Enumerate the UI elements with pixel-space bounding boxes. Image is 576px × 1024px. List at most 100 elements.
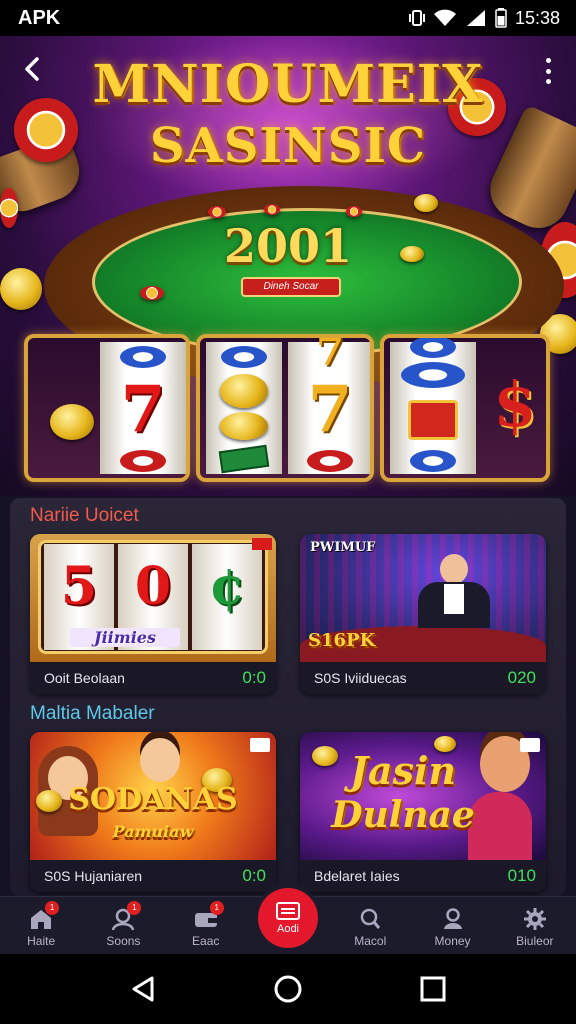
corner-badge — [250, 738, 270, 752]
dot-icon — [545, 79, 551, 84]
red-chip-symbol — [100, 450, 186, 472]
notification-badge: 1 — [45, 901, 60, 915]
status-icons: 15:38 — [408, 7, 560, 29]
chip-decoration — [140, 286, 164, 300]
game-card-art: 5 0 ¢ Jiimies — [30, 534, 276, 662]
game-card-art-subtitle: PWIMUF — [310, 540, 376, 555]
system-recents-button[interactable] — [413, 969, 453, 1009]
blue-chip-symbol — [390, 450, 476, 472]
slot-reels-right: $ — [380, 334, 550, 482]
gear-icon — [523, 908, 546, 930]
section-title: Maltia Mabaler — [30, 703, 155, 724]
game-card-art-text: Jiimies — [70, 628, 180, 647]
dot-icon — [545, 58, 551, 63]
five-symbol: 5 — [60, 556, 98, 617]
back-button[interactable] — [18, 54, 50, 86]
reel — [206, 342, 282, 474]
chevron-left-icon — [25, 57, 39, 81]
game-card-name: Ooit Beolaan — [44, 670, 125, 686]
game-card-art-text: S16PK — [308, 630, 376, 651]
nav-item-home[interactable]: 1 Haite — [5, 898, 77, 948]
game-card-art-text: SODANAS — [68, 782, 238, 817]
blue-chip-symbol — [390, 338, 476, 358]
person-icon — [443, 908, 462, 929]
notification-badge: 1 — [209, 901, 224, 915]
nav-item-macol[interactable]: Macol — [334, 898, 406, 948]
signal-icon — [466, 10, 485, 26]
chip-decoration — [208, 206, 226, 218]
square-recents-icon — [420, 976, 446, 1002]
game-card[interactable]: PWIMUF S16PK S0S Iviiduecas 020 — [300, 534, 546, 694]
search-icon — [361, 908, 381, 929]
slot-reels-center: 7 7 — [196, 334, 374, 482]
coin-decoration — [0, 268, 42, 310]
battery-icon — [495, 8, 507, 28]
blue-chip-symbol — [206, 346, 282, 368]
status-bar: APK 15:38 — [0, 0, 576, 36]
game-card-value: 020 — [507, 668, 536, 687]
game-card-art-text-2: Dulnae — [331, 794, 475, 836]
chip-decoration — [264, 204, 280, 215]
game-card-art: SODANAS Pamuiaw — [30, 732, 276, 860]
game-card[interactable]: SODANAS Pamuiaw S0S Hujaniaren 0:0 — [30, 732, 276, 892]
notification-badge: 1 — [127, 901, 142, 915]
game-card-caption: S0S Hujaniaren 0:0 — [30, 860, 276, 892]
game-card[interactable]: Jasin Dulnae Bdelaret Iaies 010 — [300, 732, 546, 892]
nav-center-label: Aodi — [276, 923, 300, 935]
slot-reels-left: 7 — [24, 334, 190, 482]
seven-symbol: 7 — [120, 372, 166, 447]
triangle-back-icon — [132, 976, 154, 1002]
coin-decoration — [414, 194, 438, 212]
nav-item-eaac[interactable]: 1 Eaac — [170, 898, 242, 948]
chip-decoration — [346, 206, 362, 217]
game-card[interactable]: 5 0 ¢ Jiimies Ooit Beolaan 0:0 — [30, 534, 276, 694]
nav-center-button[interactable]: Aodi — [258, 888, 318, 948]
game-card-name: Bdelaret Iaies — [314, 868, 400, 884]
game-card-name: S0S Iviiduecas — [314, 670, 407, 686]
blue-chip-symbol — [100, 346, 186, 368]
menu-icon — [276, 902, 300, 920]
dollar-symbol: $ — [493, 368, 537, 441]
game-card-caption: S0S Iviiduecas 020 — [300, 662, 546, 694]
system-home-button[interactable] — [268, 969, 308, 1009]
nav-label: Macol — [354, 934, 387, 948]
game-card-art-text: Jasin — [349, 748, 457, 793]
screen: APK 15:38 MNIOUMEIX SASINSIC 2001 Dineh … — [0, 0, 576, 1024]
reel — [390, 338, 476, 474]
game-card-art-subtitle: Pamuiaw — [112, 822, 194, 841]
nav-item-settings[interactable]: Biuleor — [499, 898, 571, 948]
dot-icon — [545, 68, 551, 74]
reel: 7 7 — [288, 338, 370, 474]
red-chip-symbol — [288, 450, 370, 472]
hero-title-line1: MNIOUMEIX — [92, 54, 484, 115]
dealer-head — [440, 554, 468, 584]
zero-symbol: 0 — [134, 556, 172, 617]
character-face — [140, 738, 180, 782]
table-year: 2001 — [223, 219, 353, 273]
circle-home-icon — [274, 975, 302, 1003]
nav-item-money[interactable]: Money — [417, 898, 489, 948]
cash-symbol — [218, 444, 270, 474]
game-card-art: Jasin Dulnae — [300, 732, 546, 860]
nav-label: Soons — [106, 934, 141, 948]
more-options-button[interactable] — [538, 56, 558, 86]
game-card-value: 0:0 — [242, 668, 266, 687]
reel: 7 — [100, 342, 186, 474]
nav-item-soons[interactable]: 1 Soons — [87, 898, 159, 948]
coin-symbol — [220, 374, 268, 408]
vibrate-icon — [408, 10, 425, 26]
coin-symbol — [220, 412, 268, 440]
cent-symbol: ¢ — [208, 556, 246, 617]
system-back-button[interactable] — [123, 969, 163, 1009]
clock: 15:38 — [514, 7, 560, 28]
nav-label: Eaac — [192, 934, 220, 948]
game-card-caption: Bdelaret Iaies 010 — [300, 860, 546, 892]
dealer-shirt — [444, 584, 464, 614]
nav-label: Haite — [27, 934, 56, 948]
game-card-name: S0S Hujaniaren — [44, 868, 143, 884]
seven-symbol: 7 — [307, 372, 353, 447]
carrier-label: APK — [18, 6, 61, 29]
nav-label: Biuleor — [516, 934, 554, 948]
section-title: Nariie Uoicet — [30, 505, 139, 526]
table-plate: Dineh Socar — [241, 277, 341, 297]
